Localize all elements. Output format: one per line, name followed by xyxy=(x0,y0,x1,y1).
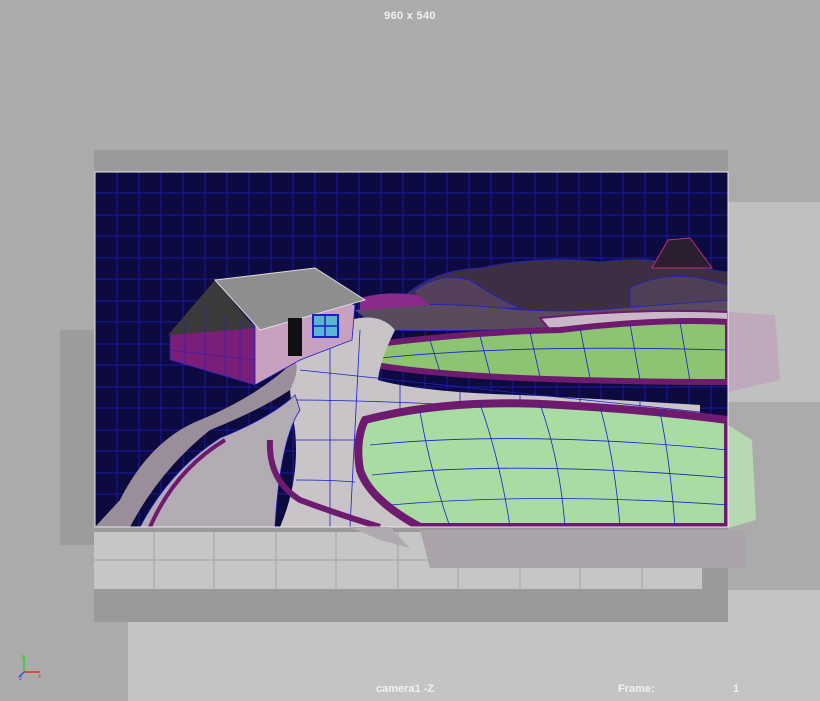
resolution-label: 960 x 540 xyxy=(384,10,436,22)
near-field xyxy=(354,399,728,527)
render-area xyxy=(95,172,728,527)
svg-text:z: z xyxy=(19,676,22,682)
outer-field-edge xyxy=(728,312,780,392)
frame-value: 1 xyxy=(733,683,740,695)
ground-tiles xyxy=(94,530,745,589)
camera-label: camera1 -Z xyxy=(376,683,435,695)
svg-text:y: y xyxy=(21,653,24,659)
outer-field-edge-lower xyxy=(728,425,756,528)
xyz-axis-icon: y x z xyxy=(18,653,41,682)
viewport-scene[interactable] xyxy=(0,0,820,701)
frame-label: Frame: xyxy=(618,683,655,695)
svg-text:x: x xyxy=(38,674,41,680)
